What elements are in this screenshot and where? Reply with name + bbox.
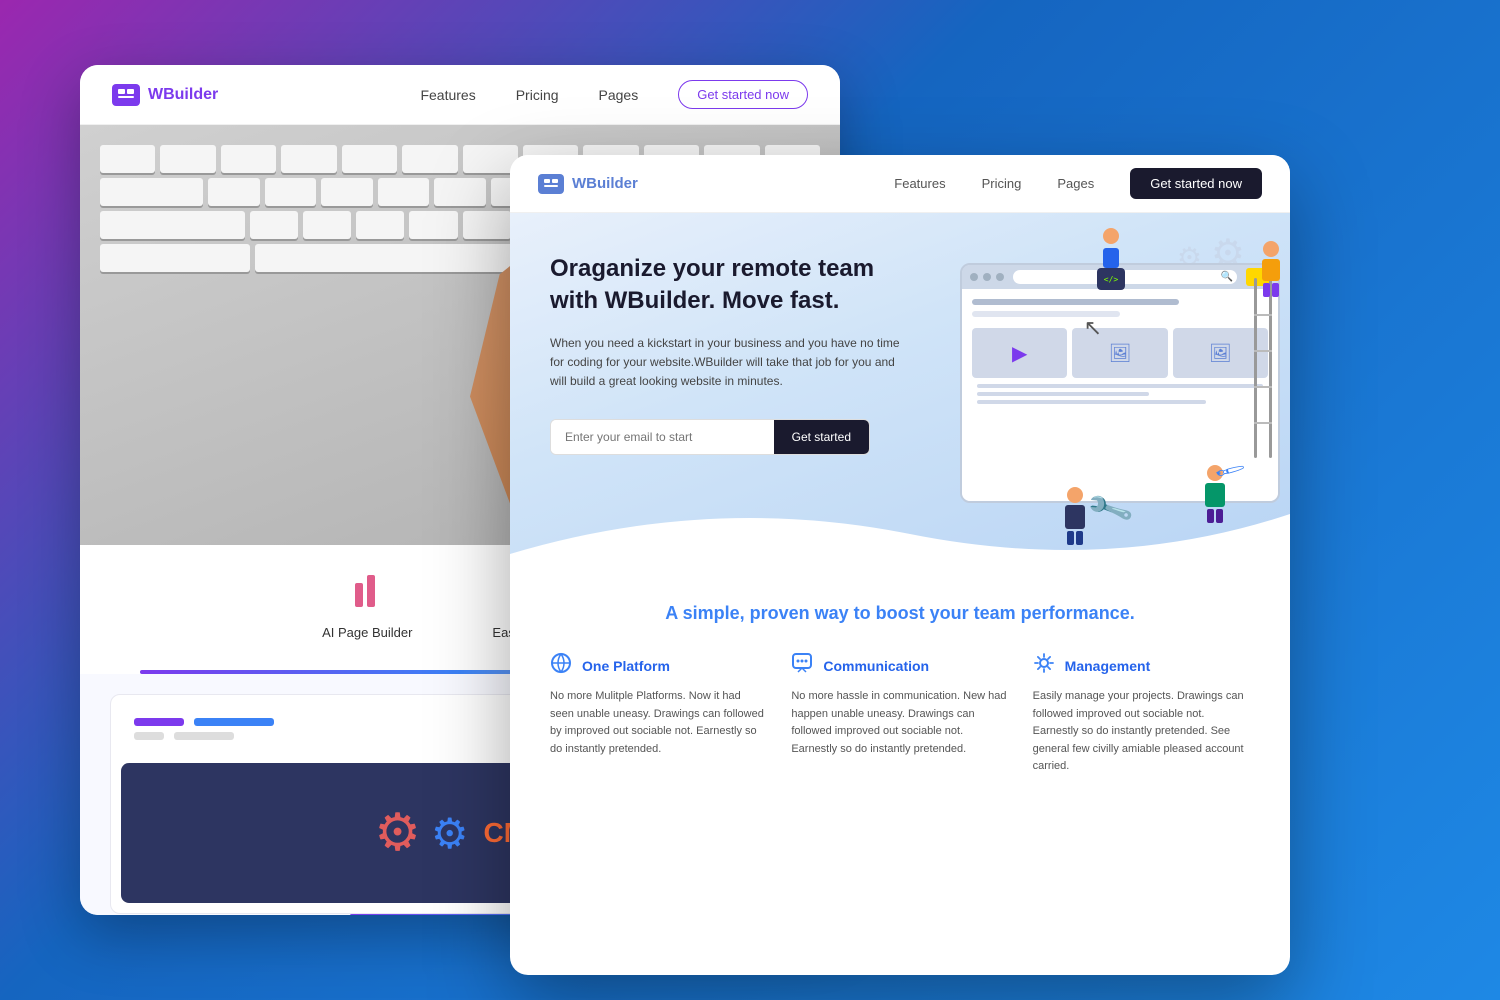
browser-line-3 — [977, 400, 1206, 404]
person-wrench-torso — [1065, 505, 1085, 529]
front-hero: Oraganize your remote team with WBuilder… — [510, 213, 1290, 573]
play-icon: ▶ — [1012, 341, 1027, 366]
email-input[interactable] — [551, 420, 774, 454]
front-features-section: A simple, proven way to boost your team … — [510, 573, 1290, 796]
image-icon-1: 🖼 — [1109, 343, 1132, 364]
person-ladder-head — [1263, 241, 1279, 257]
person-paint-leg-2 — [1216, 509, 1223, 523]
email-input-row: Get started — [550, 419, 870, 455]
feature-card-header-2: Communication — [791, 652, 1008, 680]
person-wrench-leg-2 — [1076, 531, 1083, 545]
person-ladder-legs — [1263, 283, 1279, 297]
person-paint-torso — [1205, 483, 1225, 507]
browser-search-bar: 🔍 — [1013, 270, 1237, 284]
management-desc: Easily manage your projects. Drawings ca… — [1033, 688, 1250, 776]
front-logo-text: WBuilder — [572, 175, 638, 192]
browser-content-bar-1 — [972, 299, 1179, 305]
back-cta-button[interactable]: Get started now — [678, 80, 808, 109]
ladder-rail-right — [1269, 278, 1272, 458]
ladder-rung-3 — [1254, 386, 1272, 388]
person-paint-legs — [1207, 509, 1223, 523]
communication-desc: No more hassle in communication. New had… — [791, 688, 1008, 758]
communication-icon — [791, 652, 813, 680]
back-logo: WBuilder — [112, 84, 218, 106]
person-coding-torso — [1103, 248, 1119, 268]
front-hero-title: Oraganize your remote team with WBuilder… — [550, 253, 910, 318]
one-platform-desc: No more Mulitple Platforms. Now it had s… — [550, 688, 767, 758]
cms-gear-red: ⚙ — [374, 803, 421, 863]
browser-dot-1 — [970, 273, 978, 281]
image-icon-2: 🖼 — [1209, 343, 1232, 364]
back-feature-ai: AI Page Builder — [322, 575, 412, 640]
cms-bar-blue — [194, 718, 274, 726]
front-nav-pages[interactable]: Pages — [1057, 176, 1094, 191]
feature-card-communication: Communication No more hassle in communic… — [791, 652, 1008, 776]
front-nav: WBuilder Features Pricing Pages Get star… — [510, 155, 1290, 213]
person-ladder-torso — [1262, 259, 1280, 281]
person-coding: </> — [1097, 228, 1125, 290]
back-nav-pages[interactable]: Pages — [599, 87, 639, 103]
cursor-arrow-icon: ↖ — [1084, 315, 1102, 341]
back-logo-text: WBuilder — [148, 86, 218, 104]
ladder — [1254, 278, 1272, 458]
person-ladder-leg-2 — [1272, 283, 1279, 297]
front-hero-content: Oraganize your remote team with WBuilder… — [550, 253, 910, 455]
front-logo: WBuilder — [538, 174, 638, 194]
ai-page-builder-icon — [353, 575, 381, 615]
one-platform-icon — [550, 652, 572, 680]
person-coding-code: </> — [1097, 268, 1125, 290]
person-wrench-legs — [1067, 531, 1083, 545]
ladder-rail-left — [1254, 278, 1257, 458]
person-coding-body-row — [1103, 246, 1119, 268]
communication-title: Communication — [823, 658, 929, 674]
hero-illustration: ⚙ ⚙ 🔍 — [880, 223, 1290, 563]
person-ladder-leg-1 — [1263, 283, 1270, 297]
back-nav-links: Features Pricing Pages — [420, 87, 638, 103]
front-features-grid: One Platform No more Mulitple Platforms.… — [550, 652, 1250, 776]
back-feature-ai-label: AI Page Builder — [322, 625, 412, 640]
management-title: Management — [1065, 658, 1151, 674]
browser-text-lines — [972, 384, 1268, 404]
logo-icon-back — [112, 84, 140, 106]
front-nav-links: Features Pricing Pages — [894, 176, 1094, 191]
person-wrench-head — [1067, 487, 1083, 503]
browser-line-2 — [977, 392, 1149, 396]
person-coding-head — [1103, 228, 1119, 244]
back-nav-features[interactable]: Features — [420, 87, 475, 103]
front-hero-desc: When you need a kickstart in your busine… — [550, 334, 910, 392]
person-ladder — [1262, 241, 1280, 297]
cms-bar-light1 — [134, 732, 164, 740]
front-features-title: A simple, proven way to boost your team … — [550, 603, 1250, 624]
front-nav-pricing[interactable]: Pricing — [982, 176, 1022, 191]
cms-gear-blue: ⚙ — [431, 809, 469, 858]
ladder-rung-2 — [1254, 350, 1272, 352]
grid-item-play: ▶ — [972, 328, 1067, 378]
browser-line-1 — [977, 384, 1263, 388]
window-front: WBuilder Features Pricing Pages Get star… — [510, 155, 1290, 975]
code-badge: </> — [1097, 268, 1125, 290]
back-nav-pricing[interactable]: Pricing — [516, 87, 559, 103]
person-paint-leg-1 — [1207, 509, 1214, 523]
get-started-button[interactable]: Get started — [774, 420, 869, 454]
feature-card-header-3: Management — [1033, 652, 1250, 680]
browser-grid: ▶ 🖼 🖼 — [972, 328, 1268, 378]
person-wrench — [1065, 487, 1085, 545]
person-wrench-leg-1 — [1067, 531, 1074, 545]
ladder-rung-4 — [1254, 422, 1272, 424]
browser-dot-3 — [996, 273, 1004, 281]
front-cta-button[interactable]: Get started now — [1130, 168, 1262, 199]
browser-search-icon: 🔍 — [1221, 272, 1233, 283]
back-nav: WBuilder Features Pricing Pages Get star… — [80, 65, 840, 125]
management-icon — [1033, 652, 1055, 680]
cms-bar-light2 — [174, 732, 234, 740]
front-nav-features[interactable]: Features — [894, 176, 945, 191]
cms-bar-purple — [134, 718, 184, 726]
browser-dot-2 — [983, 273, 991, 281]
one-platform-title: One Platform — [582, 658, 670, 674]
feature-card-header-1: One Platform — [550, 652, 767, 680]
feature-card-management: Management Easily manage your projects. … — [1033, 652, 1250, 776]
front-logo-icon — [538, 174, 564, 194]
feature-card-one-platform: One Platform No more Mulitple Platforms.… — [550, 652, 767, 776]
ladder-rung-1 — [1254, 314, 1272, 316]
